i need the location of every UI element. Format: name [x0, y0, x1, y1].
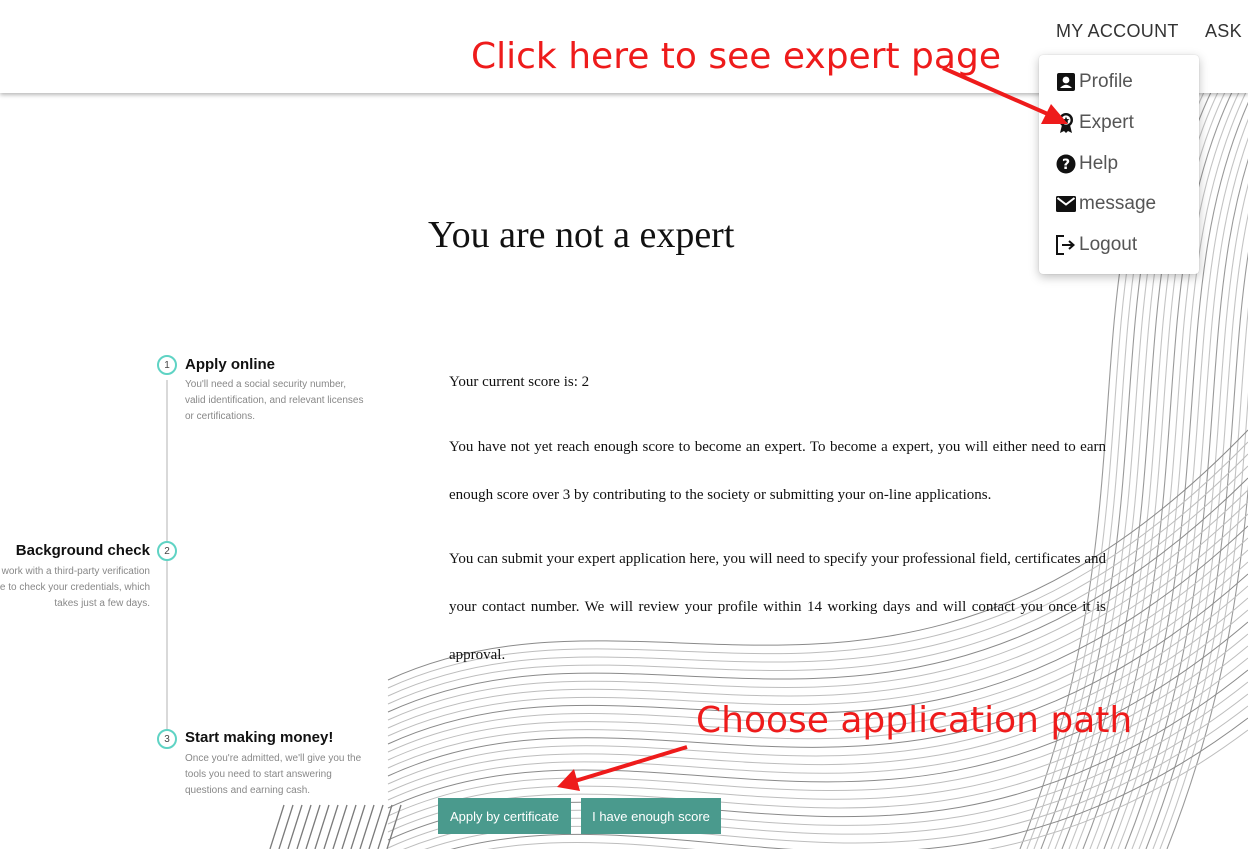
help-circle-icon: ?: [1055, 153, 1077, 175]
menu-item-message[interactable]: message: [1055, 189, 1156, 219]
menu-item-label: message: [1079, 193, 1157, 214]
score-explanation-paragraph: You have not yet reach enough score to b…: [449, 439, 1106, 503]
mail-icon: [1055, 193, 1077, 215]
menu-item-logout[interactable]: Logout: [1055, 230, 1137, 260]
menu-item-expert[interactable]: Expert: [1055, 108, 1134, 138]
account-dropdown-menu: Profile Expert ? Help message Logout: [1039, 55, 1199, 274]
svg-text:?: ?: [1062, 157, 1070, 173]
apply-by-certificate-button[interactable]: Apply by certificate: [438, 798, 571, 834]
step-title: Background check: [15, 542, 150, 559]
menu-item-label: Profile: [1079, 71, 1133, 92]
application-info-paragraph: You can submit your expert application h…: [449, 551, 1106, 663]
page-title: You are not a expert: [428, 214, 735, 256]
menu-item-help[interactable]: ? Help: [1055, 149, 1118, 179]
step-description: You'll need a social security number, va…: [185, 379, 364, 422]
step-number-badge: 3: [157, 729, 177, 749]
logout-icon: [1055, 234, 1077, 256]
current-score-text: Your current score is: 2: [449, 374, 590, 390]
account-box-icon: [1055, 71, 1077, 93]
step-number-badge: 1: [157, 355, 177, 375]
menu-item-label: Logout: [1079, 234, 1138, 255]
enough-score-button[interactable]: I have enough score: [581, 798, 721, 834]
step-description: Once you're admitted, we'll give you the…: [185, 753, 362, 796]
menu-item-profile[interactable]: Profile: [1055, 67, 1133, 97]
annotation-path-hint: Choose application path: [696, 700, 1133, 741]
award-icon: [1055, 112, 1077, 134]
nav-ask-question[interactable]: ASK Q: [1205, 21, 1248, 42]
step-description: We'll work with a third-party verificati…: [0, 566, 150, 609]
menu-item-label: Expert: [1079, 112, 1134, 133]
annotation-expert-hint: Click here to see expert page: [471, 36, 1001, 77]
step-title: Start making money!: [185, 729, 334, 746]
step-number-badge: 2: [157, 541, 177, 561]
nav-my-account[interactable]: MY ACCOUNT: [1056, 21, 1179, 42]
step-title: Apply online: [185, 356, 275, 373]
steps-timeline: 1 Apply online You'll need a social secu…: [0, 340, 390, 810]
menu-item-label: Help: [1079, 153, 1119, 174]
